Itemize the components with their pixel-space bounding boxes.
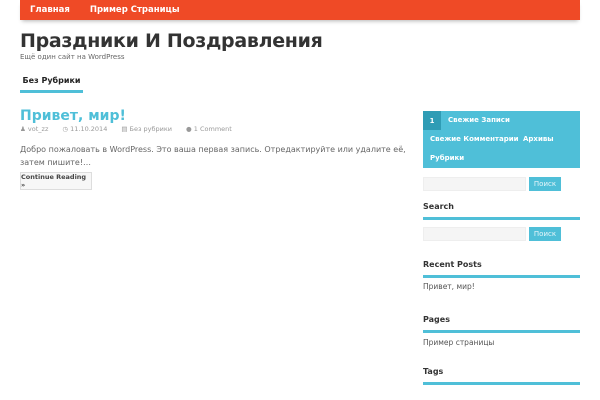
post-meta: ♟ vot_zz ◷ 11.10.2014 ▤ Без рубрики ● 1 … (20, 125, 232, 133)
tab-archives[interactable]: Архивы (523, 135, 554, 143)
tags-title: Tags (423, 367, 580, 385)
search-widget-title: Search (423, 202, 580, 220)
post-comments[interactable]: ● 1 Comment (186, 125, 232, 133)
search-button-2[interactable]: Поиск (529, 227, 561, 241)
post-title[interactable]: Привет, мир! (20, 108, 126, 124)
post-category[interactable]: ▤ Без рубрики (121, 125, 172, 133)
site-tagline: Ещё один сайт на WordPress (20, 53, 125, 61)
recent-posts-title: Recent Posts (423, 260, 580, 278)
search-button[interactable]: Поиск (529, 177, 561, 191)
nav-home[interactable]: Главная (30, 5, 70, 15)
comment-icon: ● (186, 125, 194, 133)
tab-categories[interactable]: Рубрики (430, 154, 464, 162)
post-date: ◷ 11.10.2014 (62, 125, 108, 133)
clock-icon: ◷ (62, 125, 71, 133)
folder-icon: ▤ (121, 125, 130, 133)
nav-sample-page[interactable]: Пример Страницы (90, 5, 180, 15)
post-author[interactable]: ♟ vot_zz (20, 125, 48, 133)
tab-recent-posts[interactable]: Свежие Записи (448, 116, 510, 124)
top-nav: Главная Пример Страницы (20, 0, 580, 20)
page-link[interactable]: Пример страницы (423, 338, 494, 347)
tab-recent-comments[interactable]: Свежие Комментарии (430, 135, 519, 143)
site-title[interactable]: Праздники И Поздравления (20, 30, 323, 52)
tab-number[interactable]: 1 (423, 111, 441, 130)
post-excerpt: Добро пожаловать в WordPress. Это ваша п… (20, 145, 406, 167)
continue-reading-button[interactable]: Continue Reading » (20, 172, 92, 190)
recent-post-link[interactable]: Привет, мир! (423, 282, 475, 291)
category-tab[interactable]: Без Рубрики (20, 76, 83, 93)
sidebar-tabs: 1 Свежие Записи Свежие Комментарии Архив… (423, 111, 580, 168)
pages-title: Pages (423, 315, 580, 333)
user-icon: ♟ (20, 125, 28, 133)
search-input[interactable] (423, 177, 526, 191)
search-input-2[interactable] (423, 227, 526, 241)
